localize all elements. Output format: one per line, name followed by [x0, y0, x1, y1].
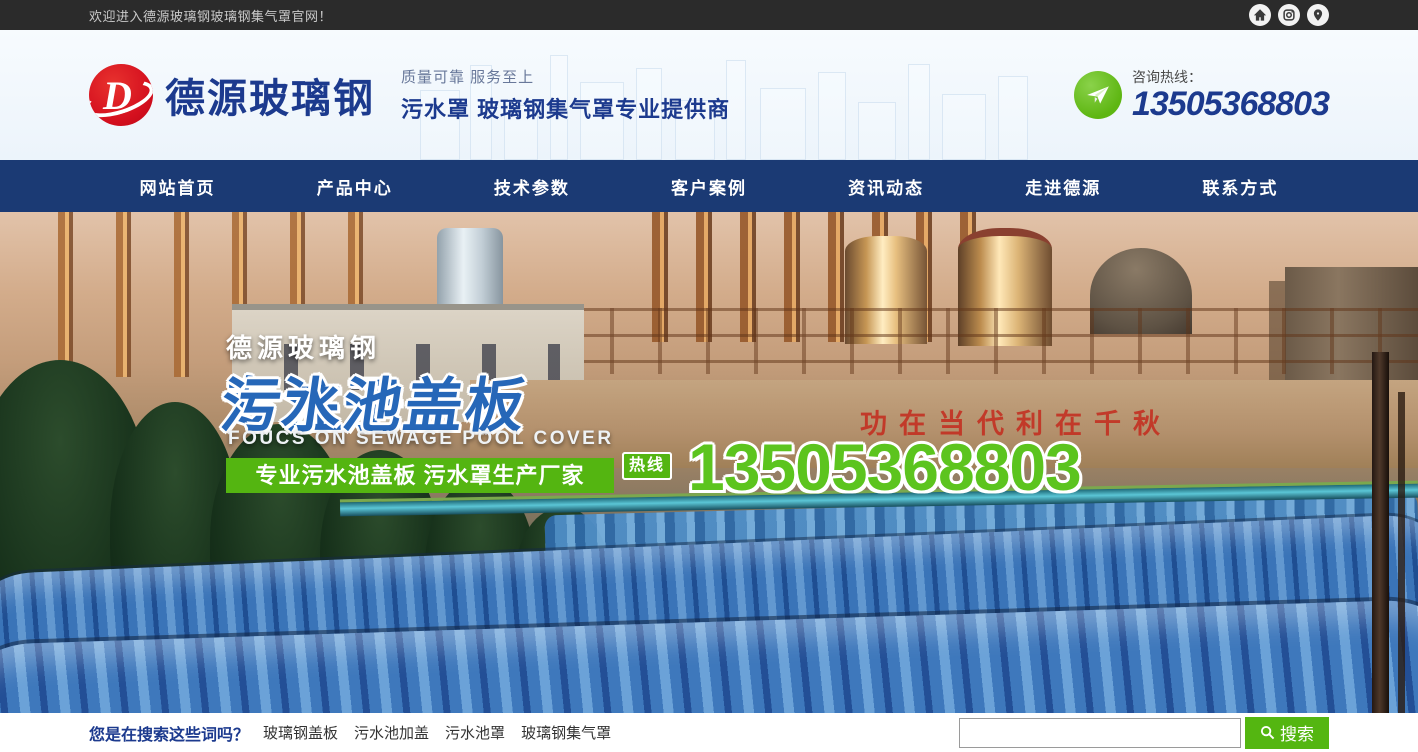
slogan-small: 质量可靠 服务至上 — [401, 66, 730, 87]
welcome-text: 欢迎进入德源玻璃钢玻璃钢集气罩官网！ — [89, 6, 332, 25]
hotline-label: 咨询热线： — [1132, 67, 1329, 87]
home-icon[interactable] — [1249, 4, 1271, 26]
logo-letter: D — [103, 72, 132, 119]
search-icon — [1260, 725, 1275, 740]
topbar-social-icons — [1249, 4, 1329, 26]
nav-item-about[interactable]: 走进德源 — [975, 160, 1152, 212]
keyword-link-2[interactable]: 污水池加盖 — [354, 722, 429, 743]
nav-item-cases[interactable]: 客户案例 — [620, 160, 797, 212]
keyword-link-4[interactable]: 玻璃钢集气罩 — [521, 722, 611, 743]
search-prompt: 您是在搜索这些词吗？ — [89, 721, 249, 745]
hero-banner[interactable]: 功在当代利在千秋 德源玻璃钢 专注于污水池盖板 FOUCS ON SEWAGE … — [0, 212, 1418, 713]
sales-hotline-number: 13505368803 — [688, 434, 1081, 500]
hot-search-band: 您是在搜索这些词吗？ 玻璃钢盖板 污水池加盖 污水池罩 玻璃钢集气罩 搜索 — [0, 713, 1418, 752]
location-icon[interactable] — [1307, 4, 1329, 26]
keyword-link-3[interactable]: 污水池罩 — [445, 722, 505, 743]
top-bar: 欢迎进入德源玻璃钢玻璃钢集气罩官网！ — [0, 0, 1418, 30]
nav-item-products[interactable]: 产品中心 — [266, 160, 443, 212]
nav-item-news[interactable]: 资讯动态 — [798, 160, 975, 212]
search-button[interactable]: 搜索 — [1245, 717, 1329, 749]
main-navigation: 网站首页 产品中心 技术参数 客户案例 资讯动态 走进德源 联系方式 — [0, 160, 1418, 212]
hero-subheadline: FOUCS ON SEWAGE POOL COVER — [228, 428, 614, 450]
hero-tagline-button[interactable]: 专业污水池盖板 污水罩生产厂家 — [226, 458, 614, 493]
logo-mark-icon: D — [89, 64, 153, 126]
paper-plane-icon — [1074, 71, 1122, 119]
logo-text: 德源玻璃钢 — [165, 66, 375, 124]
slogan-big: 污水罩 玻璃钢集气罩专业提供商 — [401, 92, 730, 124]
nav-item-home[interactable]: 网站首页 — [89, 160, 266, 212]
hotline-number: 13505368803 — [1132, 87, 1329, 123]
site-header: D 德源玻璃钢 质量可靠 服务至上 污水罩 玻璃钢集气罩专业提供商 咨询热线： … — [0, 30, 1418, 160]
search-input[interactable] — [959, 718, 1241, 748]
keyword-link-1[interactable]: 玻璃钢盖板 — [263, 722, 338, 743]
instagram-icon[interactable] — [1278, 4, 1300, 26]
nav-item-specs[interactable]: 技术参数 — [443, 160, 620, 212]
header-slogan: 质量可靠 服务至上 污水罩 玻璃钢集气罩专业提供商 — [397, 66, 730, 124]
nav-item-contact[interactable]: 联系方式 — [1152, 160, 1329, 212]
header-hotline: 咨询热线： 13505368803 — [1074, 67, 1329, 123]
company-logo[interactable]: D 德源玻璃钢 — [89, 64, 375, 126]
